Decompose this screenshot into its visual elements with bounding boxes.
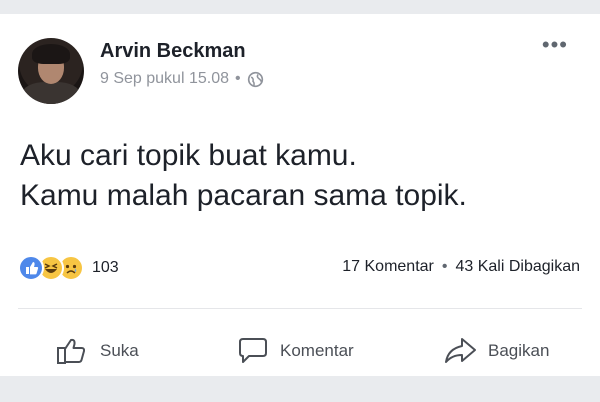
share-button[interactable]: Bagikan — [444, 336, 549, 366]
post-timestamp[interactable]: 9 Sep pukul 15.08 — [100, 70, 229, 88]
author-name[interactable]: Arvin Beckman — [100, 40, 246, 63]
post-text-line: Kamu malah pacaran sama topik. — [20, 179, 467, 212]
action-bar: Suka Komentar Bagikan — [0, 322, 600, 372]
like-label: Suka — [100, 341, 139, 360]
avatar-shirt — [22, 82, 80, 104]
thumbs-up-icon — [57, 338, 86, 364]
comment-button[interactable]: Komentar — [236, 336, 354, 366]
stats-separator: • — [441, 258, 448, 275]
share-label: Bagikan — [488, 341, 550, 360]
post-meta: 9 Sep pukul 15.08 • — [100, 70, 264, 88]
comments-count-link[interactable]: 17 Komentar — [342, 258, 434, 276]
comment-label: Komentar — [280, 341, 354, 360]
globe-icon[interactable] — [247, 71, 264, 88]
divider — [18, 308, 582, 309]
reaction-count: 103 — [92, 259, 119, 276]
post-text: Aku cari topik buat kamu. Kamu malah pac… — [20, 136, 467, 216]
post-text-line: Aku cari topik buat kamu. — [20, 139, 357, 172]
meta-separator: • — [235, 70, 241, 87]
share-icon — [445, 338, 476, 363]
like-button[interactable]: Suka — [56, 336, 139, 366]
like-reaction-icon — [18, 255, 44, 281]
avatar[interactable] — [18, 38, 84, 104]
post-card: Arvin Beckman 9 Sep pukul 15.08 • ••• Ak… — [0, 14, 600, 376]
reactions-summary[interactable]: 103 — [18, 255, 119, 281]
post-stats: 17 Komentar • 43 Kali Dibagikan — [342, 258, 580, 276]
more-options-button[interactable]: ••• — [542, 34, 568, 56]
shares-count-link[interactable]: 43 Kali Dibagikan — [455, 258, 580, 276]
avatar-hair — [32, 44, 70, 64]
comment-icon — [239, 338, 267, 363]
